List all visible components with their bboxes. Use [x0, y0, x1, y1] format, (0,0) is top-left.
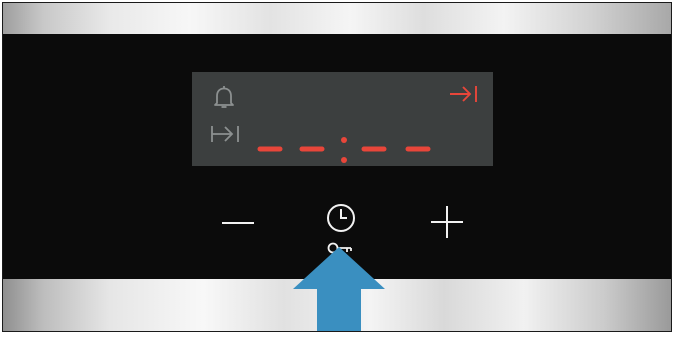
- display: - - : - -: [192, 72, 493, 166]
- bell-icon: [214, 86, 234, 108]
- plus-icon: [431, 206, 463, 238]
- time-duration-icon: [211, 126, 239, 142]
- arrow-up-icon: [293, 247, 385, 331]
- clock-icon: [327, 204, 355, 232]
- steel-trim-top: [3, 3, 671, 34]
- minus-icon: [222, 222, 254, 224]
- touch-panel: - - : - -: [3, 34, 671, 279]
- minus-button[interactable]: [218, 210, 258, 236]
- time-readout: [257, 137, 431, 163]
- plus-button[interactable]: [429, 204, 465, 240]
- end-time-icon: [450, 86, 477, 102]
- control-panel: - - : - -: [2, 2, 672, 332]
